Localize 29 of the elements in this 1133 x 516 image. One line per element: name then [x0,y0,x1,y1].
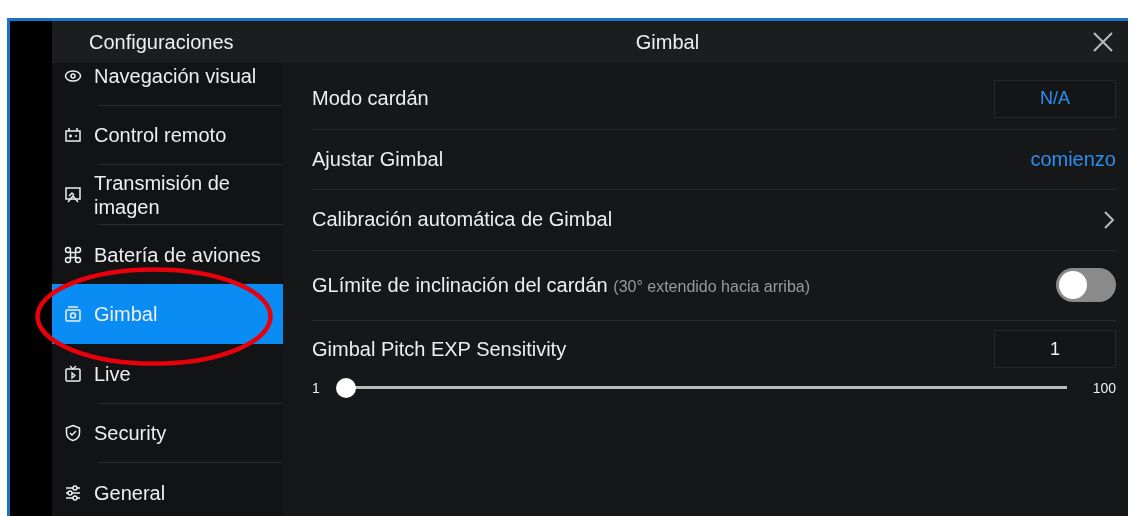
sidebar-item[interactable]: Navegación visual [52,63,283,106]
sliders-icon [64,483,82,502]
sidebar-item[interactable]: Live [52,343,283,404]
slider-min-label: 1 [312,379,320,396]
sidebar-title: Configuraciones [88,30,235,54]
tv-icon [64,364,82,383]
toggle-switch[interactable] [1056,268,1116,302]
value-field[interactable]: 1 [994,330,1116,368]
setting-label: Modo cardán [312,87,430,111]
remote-icon [64,126,82,145]
sidebar-item[interactable]: Control remoto [52,105,283,166]
start-link[interactable]: comienzo [1030,147,1116,171]
slider-max-label: 100 [1092,379,1116,396]
setting-label: Ajustar Gimbal [312,147,445,171]
shield-icon [64,424,82,443]
setting-label: Calibración automática de Gimbal [312,208,614,232]
page-title: Gimbal [634,30,701,54]
image-icon [64,186,82,204]
sidebar-item[interactable]: Batería de aviones [52,224,283,285]
setting-label: Gimbal Pitch EXP Sensitivity [312,337,568,361]
setting-label: GLímite de inclinación del cardán (30° extendido hacia arriba) [312,273,812,297]
camera-icon [64,305,82,324]
value-field[interactable]: N/A [994,79,1116,118]
chevron-icon[interactable] [1102,208,1116,231]
sidebar-item[interactable]: Security [52,403,283,464]
close-icon[interactable] [1092,31,1114,53]
drone-icon [64,245,82,264]
slider-thumb[interactable] [335,377,356,398]
sidebar-item[interactable]: Transmisión de imagen [52,165,283,225]
